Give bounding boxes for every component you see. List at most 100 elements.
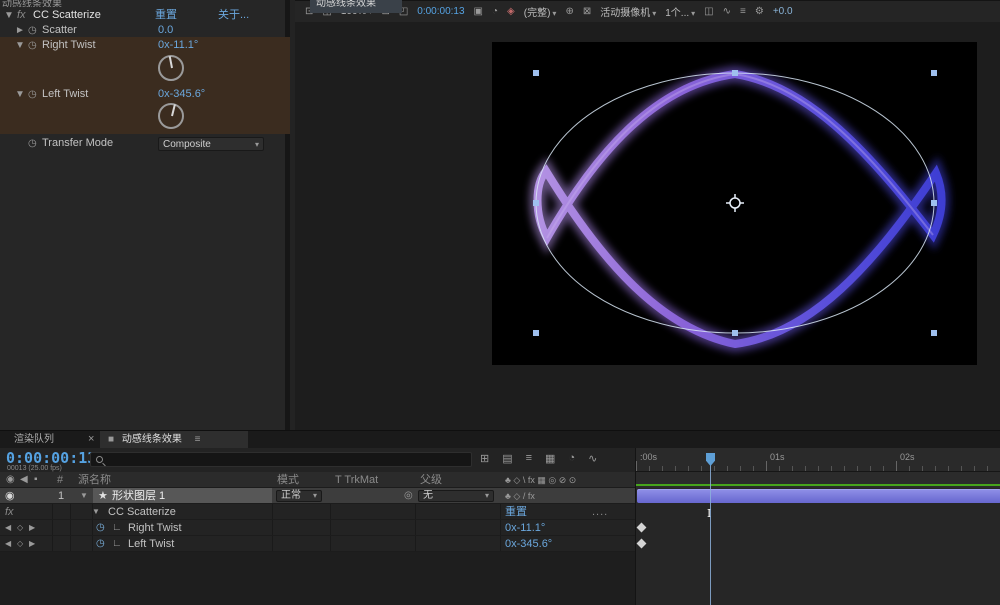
effect-name[interactable]: CC Scatterize	[33, 8, 101, 23]
resolution-menu[interactable]: (完整)▾	[524, 4, 557, 19]
effect-controls-panel: 动感线条效果 ▼ fx CC Scatterize 重置 关于... ► ◷ S…	[0, 0, 290, 430]
keyframe-toggle-icon[interactable]: ◇	[17, 520, 23, 536]
effect-reset-link[interactable]: 重置	[505, 504, 527, 520]
next-keyframe-icon[interactable]: ▶	[29, 536, 35, 552]
reset-link[interactable]: 重置	[155, 8, 177, 23]
handle-top-right[interactable]	[931, 70, 937, 76]
property-row-left-twist[interactable]: ◀ ◇ ▶ ◷ ∟ Left Twist 0x-345.6°	[0, 536, 635, 552]
draft-quality-icon[interactable]: ◔	[492, 6, 498, 17]
right-twist-value[interactable]: 0x-11.1°	[158, 38, 198, 53]
stopwatch-icon[interactable]: ◷	[28, 87, 37, 102]
transfer-mode-dropdown[interactable]: Composite ▾	[158, 137, 264, 151]
handle-top-center[interactable]	[732, 70, 738, 76]
transparency-grid-icon[interactable]: ⊠	[583, 6, 591, 17]
blend-mode-dropdown[interactable]: 正常 ▾	[276, 490, 322, 502]
handle-mid-right[interactable]	[931, 200, 937, 206]
timeline-button-icon[interactable]: ≡	[740, 6, 746, 17]
effect-expander-icon[interactable]: ▼	[92, 504, 100, 520]
stopwatch-icon[interactable]: ◷	[28, 23, 37, 38]
collapse-triangle-icon[interactable]: ▼	[4, 8, 14, 23]
property-label[interactable]: Right Twist	[128, 520, 182, 536]
camera-view-menu[interactable]: 活动摄像机▾	[600, 4, 656, 19]
handle-top-left[interactable]	[533, 70, 539, 76]
property-value[interactable]: 0x-345.6°	[505, 536, 552, 552]
next-keyframe-icon[interactable]: ▶	[29, 520, 35, 536]
scatter-value[interactable]: 0.0	[158, 23, 173, 38]
layer-expander-icon[interactable]: ▼	[80, 488, 88, 504]
snapshot-icon[interactable]: ▣	[474, 6, 483, 17]
draft-3d-icon[interactable]: ▤	[502, 452, 512, 465]
region-of-interest-icon[interactable]: ⊕	[565, 6, 573, 17]
frame-blending-icon[interactable]: ▦	[545, 452, 555, 465]
composition-canvas[interactable]	[492, 42, 977, 365]
property-label[interactable]: Left Twist	[128, 536, 174, 552]
pixel-aspect-icon[interactable]: ◫	[704, 6, 713, 17]
selected-properties-highlight: ▼ ◷ Right Twist 0x-11.1° ▼ ◷ Left Twist …	[0, 37, 290, 134]
graph-toggle-icon[interactable]: ∟	[112, 520, 122, 536]
composition-icon: ■	[108, 434, 114, 445]
column-parent[interactable]: 父级	[420, 472, 442, 488]
chevron-down-icon: ▾	[485, 488, 489, 504]
graph-editor-icon[interactable]: ∿	[588, 452, 597, 465]
ellipse-path[interactable]	[536, 73, 934, 333]
timeline-search-input[interactable]	[90, 452, 472, 467]
resolution-value: (完整)	[524, 8, 551, 19]
about-link[interactable]: 关于...	[218, 8, 249, 23]
stopwatch-icon[interactable]: ◷	[28, 38, 37, 53]
fx-badge-icon[interactable]: fx	[5, 504, 14, 520]
right-twist-dial[interactable]	[158, 55, 184, 81]
anchor-point-icon[interactable]	[726, 194, 744, 212]
hide-shy-icon[interactable]: ≡	[526, 452, 532, 465]
graph-toggle-icon[interactable]: ∟	[112, 536, 122, 552]
layer-switches[interactable]: ♣ ◇ / fx	[505, 488, 535, 504]
tab-render-queue[interactable]: 渲染队列	[0, 431, 68, 448]
exposure-value[interactable]: +0.0	[773, 6, 793, 17]
pick-whip-icon[interactable]: ◎	[404, 488, 413, 504]
parent-dropdown[interactable]: 无 ▾	[418, 490, 494, 502]
panel-menu-icon[interactable]: ≡	[195, 434, 201, 445]
layer-name[interactable]: 形状图层 1	[112, 488, 165, 504]
effect-group-row[interactable]: fx ▼ CC Scatterize 重置 ....	[0, 504, 635, 520]
selection-handles[interactable]	[533, 70, 937, 336]
prev-keyframe-icon[interactable]: ◀	[5, 520, 11, 536]
left-twist-label: Left Twist	[42, 87, 88, 102]
column-source-name[interactable]: 源名称	[78, 472, 111, 488]
column-trkmat[interactable]: T TrkMat	[335, 472, 378, 488]
channels-icon[interactable]: ◈	[507, 6, 515, 17]
left-twist-dial[interactable]	[158, 103, 184, 129]
handle-bottom-left[interactable]	[533, 330, 539, 336]
viewer-tab[interactable]: 动感线条效果	[310, 0, 402, 13]
effect-group-name[interactable]: CC Scatterize	[108, 504, 176, 520]
motion-blur-icon[interactable]: ◔	[568, 452, 575, 465]
property-row-right-twist[interactable]: ◀ ◇ ▶ ◷ ∟ Right Twist 0x-11.1°	[0, 520, 635, 536]
handle-mid-left[interactable]	[533, 200, 539, 206]
comp-mini-flowchart-icon[interactable]: ⊞	[480, 452, 489, 465]
layer-row[interactable]: ◉ 1 ▼ ★ 形状图层 1 正常 ▾ ◎ 无 ▾ ♣ ◇ / fx	[0, 488, 635, 504]
close-icon[interactable]: ×	[88, 431, 94, 448]
stopwatch-icon[interactable]: ◷	[96, 520, 105, 536]
tab-composition[interactable]: ■ 动感线条效果 ≡	[100, 431, 248, 448]
exposure-gear-icon[interactable]: ⚙	[755, 6, 764, 17]
timeline-track-area[interactable]: :00s 01s 02s I	[635, 448, 1000, 605]
view-layout-menu[interactable]: 1个...▾	[665, 4, 695, 19]
time-ruler[interactable]: :00s 01s 02s	[636, 448, 1000, 472]
handle-bottom-right[interactable]	[931, 330, 937, 336]
handle-bottom-center[interactable]	[732, 330, 738, 336]
eye-icon[interactable]: ◉	[5, 488, 15, 504]
collapse-triangle-icon[interactable]: ▼	[15, 87, 25, 102]
collapse-triangle-icon[interactable]: ▼	[15, 38, 25, 53]
viewer-current-time[interactable]: 0:00:00:13	[417, 6, 464, 17]
keyframe-diamond[interactable]	[637, 539, 647, 549]
effect-controls-panel-tab[interactable]: 动感线条效果	[2, 0, 62, 7]
fast-preview-icon[interactable]: ∿	[723, 6, 731, 17]
keyframe-toggle-icon[interactable]: ◇	[17, 536, 23, 552]
prev-keyframe-icon[interactable]: ◀	[5, 536, 11, 552]
keyframe-diamond[interactable]	[637, 523, 647, 533]
expand-triangle-icon[interactable]: ►	[15, 23, 25, 38]
layer-duration-bar[interactable]	[637, 489, 1000, 503]
column-mode[interactable]: 模式	[277, 472, 299, 488]
stopwatch-icon[interactable]: ◷	[96, 536, 105, 552]
property-value[interactable]: 0x-11.1°	[505, 520, 545, 536]
composition-viewer-panel: 动感线条效果	[295, 0, 1000, 430]
left-twist-value[interactable]: 0x-345.6°	[158, 87, 205, 102]
